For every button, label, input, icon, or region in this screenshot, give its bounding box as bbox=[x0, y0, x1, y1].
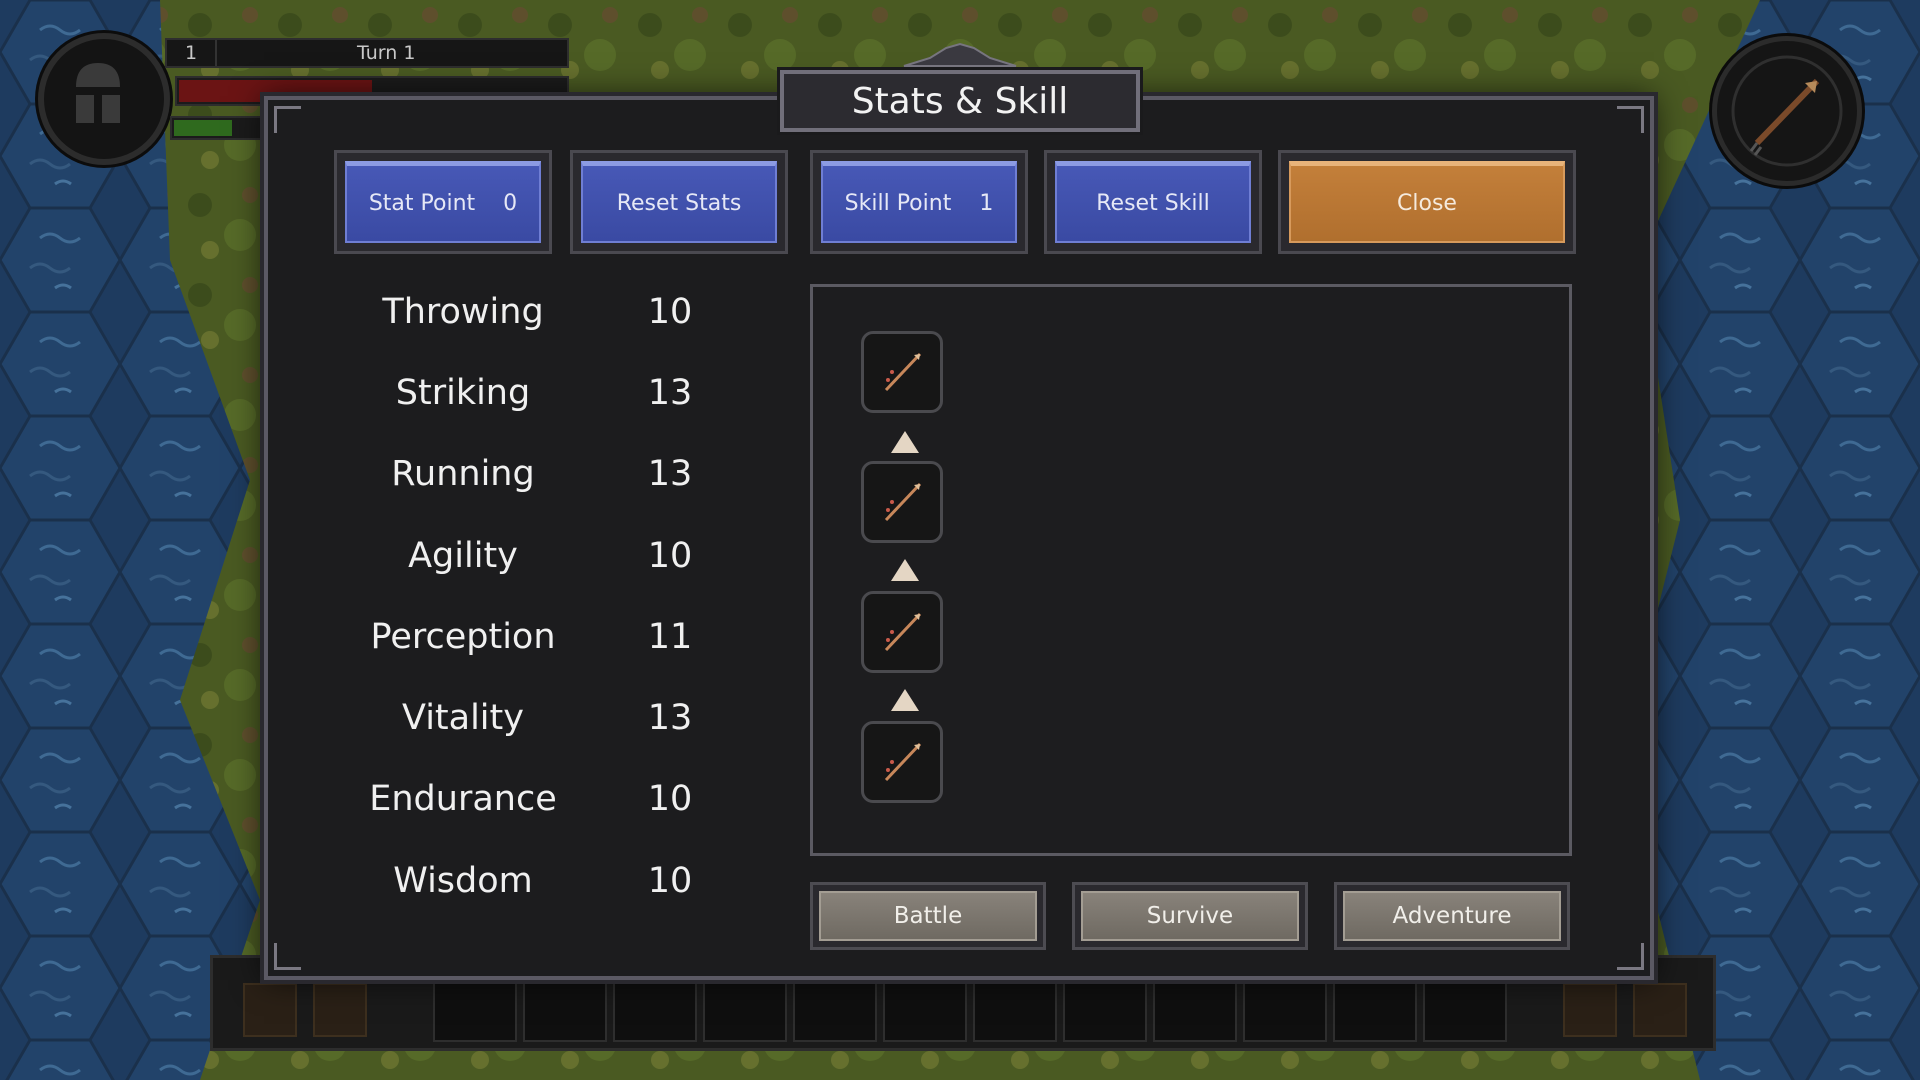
stat-value: 13 bbox=[647, 698, 693, 738]
spear-throw-icon bbox=[884, 742, 922, 782]
turn-bar: 1 Turn 1 bbox=[165, 38, 569, 68]
stat-point-value: 0 bbox=[503, 191, 518, 216]
battle-tab-button[interactable]: Battle bbox=[819, 891, 1037, 941]
stamina-bar bbox=[170, 116, 274, 140]
skill-slot-tier-2[interactable] bbox=[861, 591, 943, 673]
player-portrait[interactable] bbox=[38, 33, 170, 165]
reset-skill-frame: Reset Skill bbox=[1044, 150, 1262, 254]
hotbar-slot[interactable] bbox=[433, 980, 517, 1042]
stat-value: 11 bbox=[647, 617, 693, 657]
adventure-tab-button[interactable]: Adventure bbox=[1343, 891, 1561, 941]
stat-value: 13 bbox=[647, 373, 693, 413]
skill-tier-arrow bbox=[891, 689, 919, 711]
stat-point-frame: Stat Point 0 bbox=[334, 150, 552, 254]
stat-name: Wisdom bbox=[393, 861, 533, 901]
skill-point-value: 1 bbox=[979, 191, 994, 216]
close-frame: Close bbox=[1278, 150, 1576, 254]
skill-point-button[interactable]: Skill Point 1 bbox=[821, 161, 1017, 243]
skill-slot-tier-1[interactable] bbox=[861, 721, 943, 803]
close-button[interactable]: Close bbox=[1289, 161, 1565, 243]
stat-value: 10 bbox=[647, 536, 693, 576]
hotbar-slot[interactable] bbox=[1423, 980, 1507, 1042]
hotbar-slot[interactable] bbox=[1153, 980, 1237, 1042]
turn-label: Turn 1 bbox=[357, 42, 416, 64]
skill-tier-arrow bbox=[891, 559, 919, 581]
reset-stats-button[interactable]: Reset Stats bbox=[581, 161, 777, 243]
adventure-frame: Adventure bbox=[1334, 882, 1570, 950]
hotbar-slot[interactable] bbox=[1333, 980, 1417, 1042]
hotbar-slot[interactable] bbox=[613, 980, 697, 1042]
spear-throw-icon bbox=[884, 352, 922, 392]
dialog-corner bbox=[274, 106, 301, 133]
dialog-corner bbox=[1617, 106, 1644, 133]
stat-value: 10 bbox=[647, 779, 693, 819]
stamina-bar-fill bbox=[174, 120, 232, 136]
hotbar-slot[interactable] bbox=[523, 980, 607, 1042]
survive-tab-button[interactable]: Survive bbox=[1081, 891, 1299, 941]
knight-helmet-icon bbox=[76, 63, 120, 123]
stat-value: 13 bbox=[647, 454, 693, 494]
dialog-title: Stats & Skill bbox=[780, 70, 1140, 132]
stat-value: 10 bbox=[647, 292, 693, 332]
stat-name: Striking bbox=[395, 373, 531, 413]
hotbar-slot[interactable] bbox=[883, 980, 967, 1042]
compass[interactable] bbox=[1712, 36, 1862, 186]
spear-throw-icon bbox=[884, 482, 922, 522]
battle-frame: Battle bbox=[810, 882, 1046, 950]
stat-name: Vitality bbox=[402, 698, 524, 738]
skill-tree-panel bbox=[810, 284, 1572, 856]
hotbar-slot[interactable] bbox=[973, 980, 1057, 1042]
reset-skill-button[interactable]: Reset Skill bbox=[1055, 161, 1251, 243]
hotbar-slot[interactable] bbox=[703, 980, 787, 1042]
turn-separator bbox=[215, 40, 217, 66]
spear-throw-icon bbox=[884, 612, 922, 652]
hotbar-slot[interactable] bbox=[1243, 980, 1327, 1042]
reset-stats-frame: Reset Stats bbox=[570, 150, 788, 254]
stat-name: Perception bbox=[370, 617, 556, 657]
turn-number: 1 bbox=[185, 42, 198, 64]
compass-arrow-icon bbox=[1731, 55, 1843, 167]
stat-name: Throwing bbox=[382, 292, 544, 332]
skill-point-frame: Skill Point 1 bbox=[810, 150, 1028, 254]
skill-slot-tier-4[interactable] bbox=[861, 331, 943, 413]
stat-value: 10 bbox=[647, 861, 693, 901]
hotbar-slot[interactable] bbox=[793, 980, 877, 1042]
stat-name: Running bbox=[391, 454, 535, 494]
skill-point-label: Skill Point bbox=[844, 191, 952, 216]
stat-name: Agility bbox=[408, 536, 518, 576]
stat-name: Endurance bbox=[369, 779, 557, 819]
stat-point-label: Stat Point bbox=[368, 191, 476, 216]
hotbar-slot[interactable] bbox=[1063, 980, 1147, 1042]
skill-slot-tier-3[interactable] bbox=[861, 461, 943, 543]
map-icon[interactable] bbox=[1633, 983, 1687, 1037]
survive-frame: Survive bbox=[1072, 882, 1308, 950]
dialog-corner bbox=[1617, 943, 1644, 970]
skill-tier-arrow bbox=[891, 431, 919, 453]
info-icon[interactable] bbox=[313, 983, 367, 1037]
title-crest-ornament bbox=[903, 42, 1017, 67]
stat-point-button[interactable]: Stat Point 0 bbox=[345, 161, 541, 243]
inventory-icon[interactable] bbox=[243, 983, 297, 1037]
log-icon[interactable] bbox=[1563, 983, 1617, 1037]
dialog-corner bbox=[274, 943, 301, 970]
